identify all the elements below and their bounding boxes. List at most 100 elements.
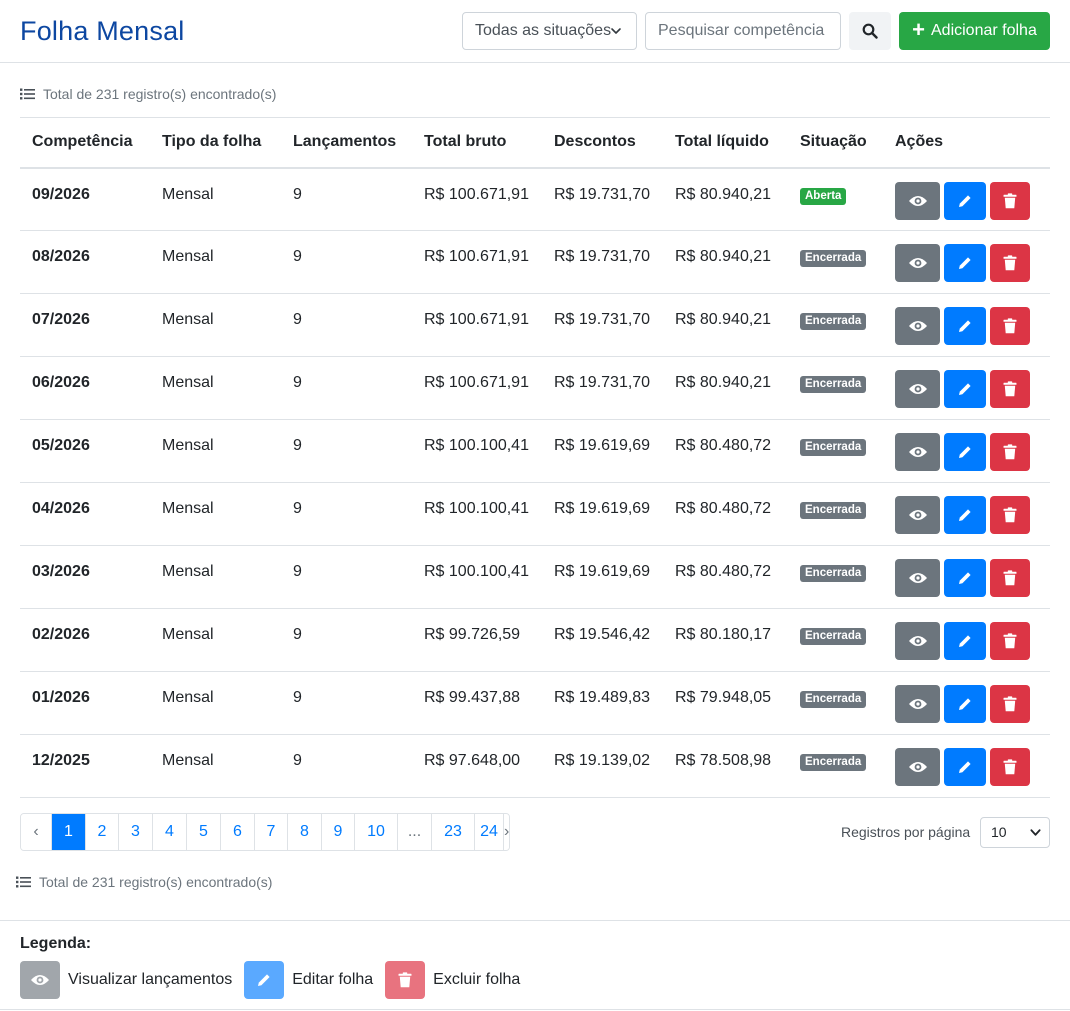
cell-tipo: Mensal	[150, 230, 281, 294]
table-row: 06/2026 Mensal 9 R$ 100.671,91 R$ 19.731,70 R…	[20, 356, 1050, 420]
total-records-bottom: Total de 231 registro(s) encontrado(s)	[16, 874, 272, 890]
column-header[interactable]: Total líquido	[663, 117, 788, 169]
status-badge: Encerrada	[800, 502, 867, 519]
edit-button[interactable]	[944, 748, 986, 786]
cell-total-liquido: R$ 80.480,72	[663, 419, 788, 483]
search-input[interactable]	[645, 12, 841, 50]
column-header[interactable]: Lançamentos	[281, 117, 412, 169]
edit-button[interactable]	[944, 685, 986, 723]
edit-button[interactable]	[944, 622, 986, 660]
cell-lancamentos: 9	[281, 230, 412, 294]
cell-descontos: R$ 19.731,70	[542, 167, 663, 231]
page-link[interactable]: 9	[321, 814, 354, 850]
trash-icon	[1003, 633, 1017, 649]
delete-button[interactable]	[990, 622, 1030, 660]
add-folha-button[interactable]: + Adicionar folha	[899, 12, 1050, 50]
edit-button[interactable]	[944, 181, 986, 220]
eye-icon	[908, 762, 927, 772]
page-link[interactable]: 8	[287, 814, 321, 850]
page-link[interactable]: 24	[474, 814, 503, 850]
page-link[interactable]: 2	[85, 814, 118, 850]
cell-acoes	[883, 419, 1050, 483]
view-button[interactable]	[895, 244, 940, 282]
column-header[interactable]: Tipo da folha	[150, 117, 281, 169]
view-button[interactable]	[895, 559, 940, 597]
eye-icon	[908, 573, 927, 583]
delete-button[interactable]	[990, 307, 1030, 345]
delete-button[interactable]	[990, 181, 1030, 220]
legend-items: Visualizar lançamentos Editar folha Excl…	[20, 961, 532, 999]
cell-total-liquido: R$ 80.940,21	[663, 230, 788, 294]
view-button[interactable]	[895, 622, 940, 660]
page-next-button[interactable]: ›	[503, 814, 510, 850]
pencil-icon	[959, 446, 971, 458]
table-row: 01/2026 Mensal 9 R$ 99.437,88 R$ 19.489,83 R$…	[20, 671, 1050, 735]
per-page-select[interactable]: 10	[980, 817, 1050, 848]
edit-button[interactable]	[944, 496, 986, 534]
page-ellipsis: ...	[397, 814, 431, 850]
page-link[interactable]: 4	[152, 814, 186, 850]
edit-button[interactable]	[944, 370, 986, 408]
view-button[interactable]	[895, 181, 940, 220]
cell-acoes	[883, 230, 1050, 294]
view-button[interactable]	[895, 307, 940, 345]
view-button[interactable]	[895, 496, 940, 534]
cell-lancamentos: 9	[281, 608, 412, 672]
edit-button[interactable]	[944, 559, 986, 597]
page-link[interactable]: 3	[118, 814, 152, 850]
status-filter-select[interactable]: Todas as situações	[462, 12, 637, 50]
delete-button[interactable]	[990, 496, 1030, 534]
page-link[interactable]: 1	[51, 814, 85, 850]
page-link[interactable]: 6	[220, 814, 254, 850]
cell-tipo: Mensal	[150, 671, 281, 735]
cell-tipo: Mensal	[150, 419, 281, 483]
legend-label: Excluir folha	[433, 971, 521, 988]
delete-button[interactable]	[990, 748, 1030, 786]
pencil-icon	[959, 509, 971, 521]
list-icon	[16, 876, 31, 888]
cell-total-bruto: R$ 100.100,41	[412, 482, 542, 546]
cell-total-bruto: R$ 100.671,91	[412, 356, 542, 420]
column-header[interactable]: Situação	[788, 117, 883, 169]
legend-title: Legenda:	[20, 935, 92, 952]
page-link[interactable]: 7	[254, 814, 287, 850]
delete-button[interactable]	[990, 244, 1030, 282]
view-button[interactable]	[895, 433, 940, 471]
cell-lancamentos: 9	[281, 671, 412, 735]
search-button[interactable]	[849, 12, 891, 50]
cell-situacao: Encerrada	[788, 545, 883, 609]
page-link[interactable]: 23	[431, 814, 474, 850]
delete-button[interactable]	[990, 370, 1030, 408]
pencil-icon	[959, 383, 971, 395]
cell-lancamentos: 9	[281, 356, 412, 420]
cell-tipo: Mensal	[150, 734, 281, 798]
edit-button[interactable]	[944, 307, 986, 345]
cell-total-bruto: R$ 100.671,91	[412, 167, 542, 231]
folha-table: Competência Tipo da folha Lançamentos To…	[20, 117, 1050, 798]
column-header: Ações	[883, 117, 1050, 169]
edit-button[interactable]	[944, 433, 986, 471]
table-row: 09/2026 Mensal 9 R$ 100.671,91 R$ 19.731,70 R…	[20, 167, 1050, 231]
edit-button[interactable]	[944, 244, 986, 282]
table-row: 05/2026 Mensal 9 R$ 100.100,41 R$ 19.619,69 R…	[20, 419, 1050, 483]
status-badge: Encerrada	[800, 439, 867, 456]
cell-situacao: Encerrada	[788, 734, 883, 798]
cell-descontos: R$ 19.619,69	[542, 482, 663, 546]
column-header[interactable]: Descontos	[542, 117, 663, 169]
page-link[interactable]: 10	[354, 814, 397, 850]
status-badge: Encerrada	[800, 250, 867, 267]
cell-situacao: Encerrada	[788, 419, 883, 483]
page-prev-button[interactable]: ‹	[21, 814, 51, 850]
view-button[interactable]	[895, 685, 940, 723]
delete-button[interactable]	[990, 685, 1030, 723]
column-header[interactable]: Total bruto	[412, 117, 542, 169]
view-button[interactable]	[895, 370, 940, 408]
delete-button[interactable]	[990, 559, 1030, 597]
eye-icon	[908, 195, 927, 206]
delete-button[interactable]	[990, 433, 1030, 471]
search-icon	[862, 23, 878, 39]
column-header[interactable]: Competência	[20, 117, 150, 169]
cell-total-bruto: R$ 100.671,91	[412, 293, 542, 357]
page-link[interactable]: 5	[186, 814, 220, 850]
view-button[interactable]	[895, 748, 940, 786]
